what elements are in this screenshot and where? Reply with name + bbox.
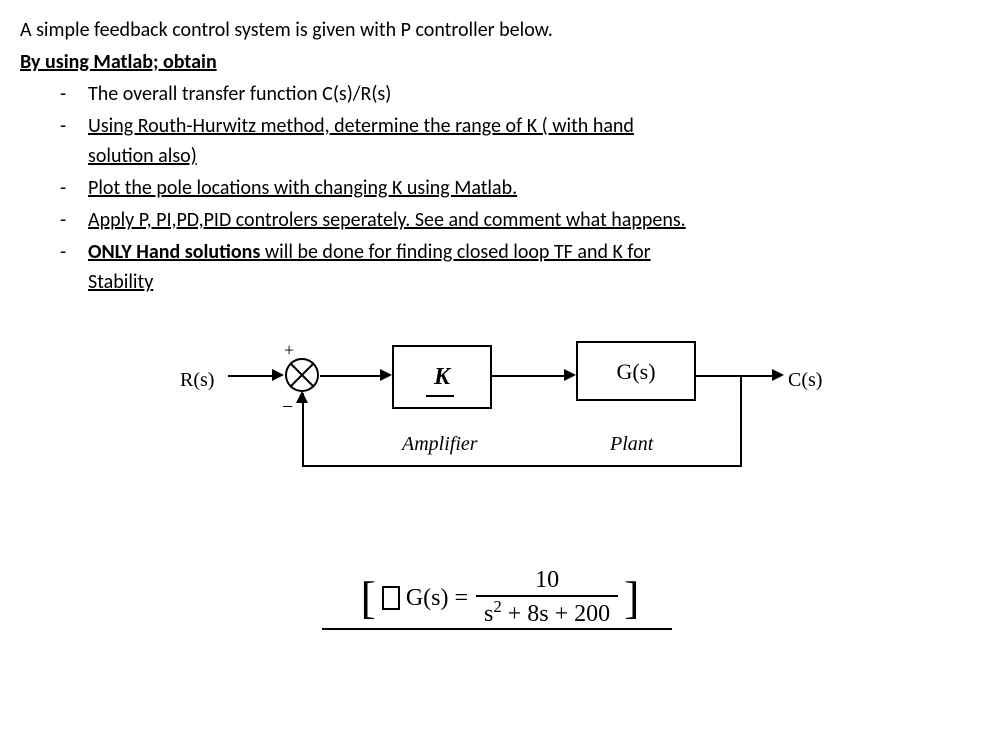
task5b: will be done for finding closed loop TF … <box>260 240 650 264</box>
equation-numerator: 10 <box>527 567 567 595</box>
plant-label: Plant <box>610 429 653 459</box>
arrowhead-output <box>772 369 784 381</box>
den-s: s <box>484 601 493 627</box>
k-underline <box>426 395 454 397</box>
task-item-4: Apply P, PI,PD,PID controlers seperately… <box>60 205 980 235</box>
equation-lhs: G(s) = <box>406 580 468 616</box>
task5a: ONLY Hand solutions <box>88 240 260 264</box>
output-label: C(s) <box>788 365 822 395</box>
wire-k-g <box>492 375 570 377</box>
wire-output <box>696 375 776 377</box>
arrowhead-k <box>380 369 392 381</box>
minus-sign: − <box>282 392 293 422</box>
wire-input <box>228 375 276 377</box>
arrowhead-g <box>564 369 576 381</box>
right-bracket: ] <box>618 567 645 628</box>
plus-sign: + <box>284 337 294 364</box>
task2-part1: Using Routh-Hurwitz method, determine th… <box>88 114 634 138</box>
left-bracket: [ <box>354 567 381 628</box>
task-item-5: ONLY Hand solutions will be done for fin… <box>60 237 980 297</box>
block-diagram: R(s) + − K Amplifier G(s) Plant C(s) <box>180 337 820 537</box>
equation-underline <box>322 628 672 630</box>
equation-area: [ G(s) = 10 s2 + 8s + 200 ] <box>200 567 800 628</box>
task-list: The overall transfer function C(s)/R(s) … <box>60 79 980 297</box>
amplifier-block: K <box>392 345 492 409</box>
wire-sum-k <box>320 375 386 377</box>
arrowhead-feedback <box>296 391 308 403</box>
task-item-1: The overall transfer function C(s)/R(s) <box>60 79 980 109</box>
task2-part2: solution also) <box>88 144 197 168</box>
amplifier-label: Amplifier <box>402 429 478 459</box>
den-sup: 2 <box>493 597 501 616</box>
wire-feedback-down <box>740 375 742 467</box>
wire-feedback-up <box>302 393 304 467</box>
task-item-2: Using Routh-Hurwitz method, determine th… <box>60 111 980 171</box>
instruction-heading: By using Matlab; obtain <box>20 47 980 77</box>
equation-fraction: 10 s2 + 8s + 200 <box>476 567 618 628</box>
checkbox-icon <box>382 586 400 610</box>
task5c: Stability <box>88 270 153 294</box>
plant-block: G(s) <box>576 341 696 401</box>
task4: Apply P, PI,PD,PID controlers seperately… <box>88 208 686 232</box>
transfer-function-equation: G(s) = 10 s2 + 8s + 200 <box>406 567 618 628</box>
input-label: R(s) <box>180 365 214 395</box>
task-item-3: Plot the pole locations with changing K … <box>60 173 980 203</box>
wire-feedback-horz <box>302 465 742 467</box>
arrowhead-input <box>272 369 284 381</box>
task3: Plot the pole locations with changing K … <box>88 176 517 200</box>
equation-denominator: s2 + 8s + 200 <box>476 595 618 629</box>
intro-text: A simple feedback control system is give… <box>20 15 980 45</box>
den-rest: + 8s + 200 <box>502 601 610 627</box>
